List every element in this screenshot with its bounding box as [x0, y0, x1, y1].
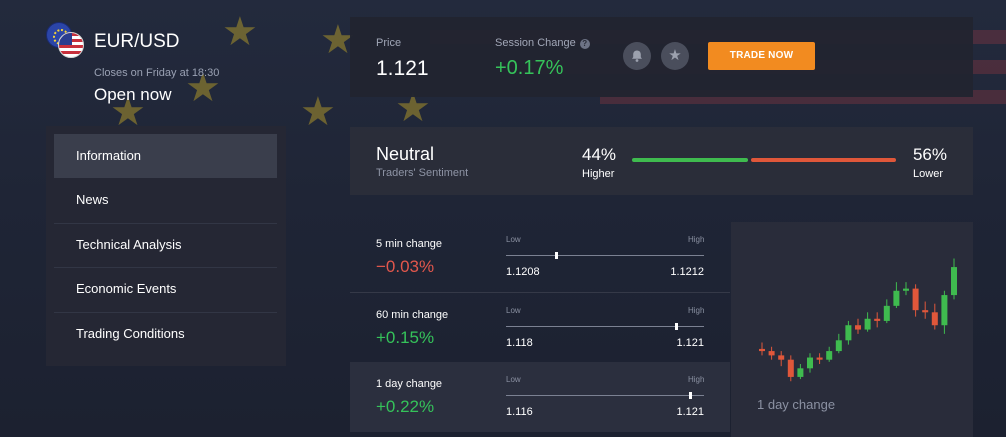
candle-body: [816, 357, 823, 360]
range-marker: [675, 323, 678, 330]
price-changes-list: 5 min change −0.03% Low High 1.1208 1.12…: [350, 222, 730, 437]
higher-label: Higher: [582, 168, 615, 180]
candle-body: [922, 310, 929, 313]
session-change-label-text: Session Change: [495, 37, 576, 49]
range-low-value: 1.116: [506, 406, 533, 418]
range-marker: [689, 392, 692, 399]
range-low-label: Low: [506, 306, 521, 315]
range-high-value: 1.121: [676, 406, 704, 418]
candle-body: [883, 305, 890, 321]
candle-body: [778, 355, 785, 360]
change-row-60min: 60 min change +0.15% Low High 1.118 1.12…: [350, 292, 730, 362]
candle-body: [807, 357, 813, 369]
candle-body: [759, 348, 765, 352]
trade-now-button[interactable]: TRADE NOW: [708, 42, 815, 70]
range-high-label: High: [688, 306, 705, 315]
price-value: 1.121: [376, 57, 429, 80]
instrument-header: EUR/USD Closes on Friday at 18:30 Open n…: [44, 20, 324, 110]
candle-body: [855, 325, 861, 330]
candle-body: [826, 351, 833, 360]
range-track: [506, 255, 704, 256]
bell-icon[interactable]: [623, 42, 651, 70]
change-label: 1 day change: [376, 378, 443, 390]
range-high-value: 1.121: [676, 337, 704, 349]
candle-body: [941, 295, 948, 326]
sidebar-item-news[interactable]: News: [54, 178, 277, 222]
currency-flag-icon: [46, 22, 84, 58]
price-panel: Price 1.121 Session Change? +0.17% ★ TRA…: [350, 17, 973, 97]
range-high-label: High: [688, 375, 705, 384]
chart-caption: 1 day change: [757, 397, 836, 412]
lower-label: Lower: [913, 168, 943, 180]
range-high-label: High: [688, 235, 705, 244]
price-label: Price: [376, 37, 402, 49]
instrument-title: EUR/USD: [94, 31, 180, 52]
sidebar-item-information[interactable]: Information: [54, 134, 277, 178]
candle-body: [951, 267, 957, 296]
range-low-value: 1.118: [506, 337, 533, 349]
candle-body: [797, 368, 804, 377]
sidebar-item-trading-conditions[interactable]: Trading Conditions: [54, 312, 277, 356]
candle-body: [768, 351, 775, 356]
change-label: 5 min change: [376, 238, 443, 250]
sidebar-item-economic-events[interactable]: Economic Events: [54, 267, 277, 311]
candle-body: [893, 290, 900, 306]
higher-percent: 44%: [582, 145, 617, 164]
candle-body: [864, 318, 871, 330]
star-icon[interactable]: ★: [661, 42, 689, 70]
help-icon[interactable]: ?: [579, 39, 590, 49]
sentiment-bar-lower: [751, 158, 896, 162]
change-row-1day: 1 day change +0.22% Low High 1.116 1.121: [350, 362, 730, 432]
candle-body: [845, 325, 852, 341]
session-change-label: Session Change?: [495, 37, 590, 49]
us-flag-icon: [58, 32, 84, 58]
sentiment-subtitle: Traders' Sentiment: [376, 167, 469, 179]
sidebar-item-technical-analysis[interactable]: Technical Analysis: [54, 223, 277, 267]
candle-body: [835, 340, 842, 352]
range-low-label: Low: [506, 235, 521, 244]
candlestick-chart-panel: 1 day change: [731, 222, 973, 437]
market-close-time: Closes on Friday at 18:30: [94, 67, 220, 79]
change-label: 60 min change: [376, 309, 449, 321]
range-track: [506, 395, 704, 396]
market-status: Open now: [94, 85, 172, 104]
change-value: +0.15%: [376, 328, 435, 347]
lower-percent: 56%: [912, 145, 947, 164]
sidebar-nav: Information News Technical Analysis Econ…: [46, 126, 286, 366]
candle-body: [787, 359, 794, 377]
candle-body: [931, 312, 938, 326]
change-value: +0.22%: [376, 397, 435, 416]
candle-body: [912, 288, 919, 311]
bell-icon-glyph: [632, 50, 642, 62]
traders-sentiment-panel: Neutral Traders' Sentiment 44% Higher 56…: [350, 127, 973, 195]
candle-body: [903, 288, 909, 291]
candle-body: [874, 318, 881, 321]
range-marker: [555, 252, 558, 259]
range-low-label: Low: [506, 375, 521, 384]
sentiment-bar-higher: [632, 158, 748, 162]
sentiment-title: Neutral: [376, 144, 435, 164]
session-change-value: +0.17%: [495, 57, 564, 79]
change-value: −0.03%: [376, 257, 435, 276]
range-high-value: 1.1212: [670, 266, 704, 278]
range-low-value: 1.1208: [506, 266, 540, 278]
change-row-5min: 5 min change −0.03% Low High 1.1208 1.12…: [350, 222, 730, 292]
